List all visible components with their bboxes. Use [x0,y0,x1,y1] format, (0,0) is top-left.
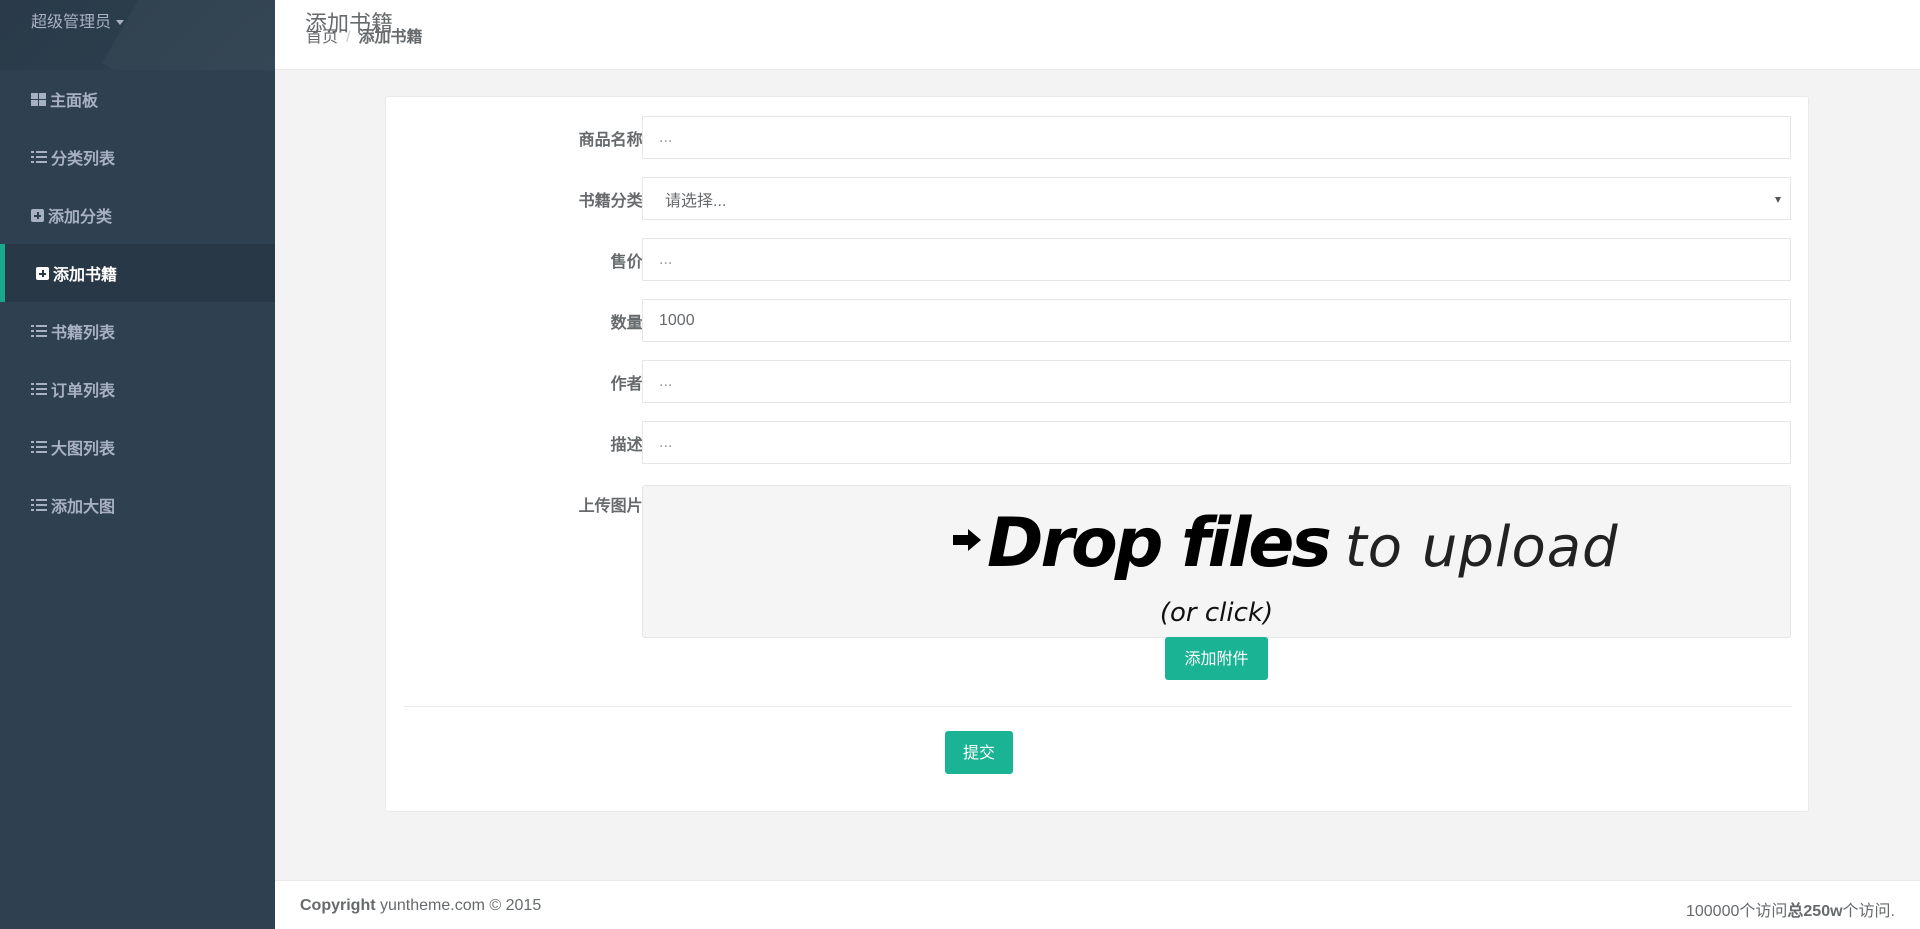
select-arrow-icon [1775,197,1781,203]
sidebar-item-add-category[interactable]: 添加分类 [0,186,275,244]
sidebar: 超级管理员 主面板 分类列表 添加分类 添加书籍 书籍列表 订单列表 大图列表 … [0,0,275,929]
user-menu[interactable]: 超级管理员 [31,8,125,32]
sidebar-item-label: 书籍列表 [51,325,116,342]
sidebar-item-label: 分类列表 [51,151,116,168]
arrow-right-icon [953,528,981,551]
dropzone-subtitle: (or click) [1159,598,1274,628]
form-row-author: 作者: [386,360,1808,403]
quantity-input[interactable] [642,299,1791,342]
upload-dropzone[interactable]: Drop files to upload (or click) [642,485,1791,638]
sidebar-header: 超级管理员 [0,0,275,70]
breadcrumb: 首页 / 添加书籍 [306,23,422,47]
visits-total: 总250w [1787,903,1843,920]
footer-copyright: Copyright yuntheme.com © 2015 [300,897,541,915]
sidebar-item-add-book[interactable]: 添加书籍 [0,244,275,302]
breadcrumb-home-link[interactable]: 首页 [306,29,338,46]
form-row-description: 描述: [386,421,1808,464]
form-row-price: 售价: [386,238,1808,281]
category-selected-value: 请选择... [665,192,727,210]
add-book-form-panel: 商品名称: 书籍分类: 请选择... 售价: 数量: 作者: 描述: 上传图片:… [385,96,1809,812]
form-row-quantity: 数量: [386,299,1808,342]
form-row-category: 书籍分类: 请选择... [386,177,1808,220]
sidebar-item-order-list[interactable]: 订单列表 [0,360,275,418]
category-select[interactable]: 请选择... [642,177,1791,220]
category-label: 书籍分类: [578,193,648,210]
add-attachment-button[interactable]: 添加附件 [1165,637,1268,680]
list-icon [31,383,47,395]
sidebar-item-add-banner[interactable]: 添加大图 [0,476,275,534]
price-input[interactable] [642,238,1791,281]
sidebar-item-category-list[interactable]: 分类列表 [0,128,275,186]
sidebar-item-banner-list[interactable]: 大图列表 [0,418,275,476]
sidebar-item-label: 大图列表 [51,441,116,458]
list-icon [31,325,47,337]
submit-button[interactable]: 提交 [945,731,1013,774]
copyright-text: yuntheme.com © 2015 [380,897,542,914]
dropzone-title-light: to upload [1344,515,1619,580]
sidebar-item-label: 添加大图 [51,499,116,516]
plus-square-icon [36,266,49,280]
footer: Copyright yuntheme.com © 2015 100000个访问总… [275,880,1920,929]
page-header: 添加书籍 首页 / 添加书籍 [275,0,1920,70]
author-input[interactable] [642,360,1791,403]
list-icon [31,499,47,511]
description-input[interactable] [642,421,1791,464]
visits-suffix: 个访问. [1842,903,1895,920]
upload-label: 上传图片: [578,498,648,515]
sidebar-item-label: 主面板 [50,93,99,110]
user-name: 超级管理员 [31,14,112,31]
list-icon [31,441,47,453]
sidebar-item-label: 添加书籍 [53,267,118,284]
th-large-icon [31,92,46,106]
caret-down-icon [116,20,125,26]
sidebar-item-label: 添加分类 [48,209,113,226]
breadcrumb-separator: / [346,29,351,46]
copyright-label: Copyright [300,897,376,914]
footer-visits: 100000个访问总250w个访问. [1686,897,1895,921]
list-icon [31,151,47,163]
dropzone-title-bold: Drop files [987,504,1332,583]
form-divider [404,706,1792,707]
sidebar-nav: 主面板 分类列表 添加分类 添加书籍 书籍列表 订单列表 大图列表 添加大图 [0,70,275,534]
name-label: 商品名称: [578,132,648,149]
form-row-name: 商品名称: [386,116,1808,159]
visits-prefix: 100000个访问 [1685,903,1788,920]
dropzone-message: Drop files to upload [953,504,1619,583]
breadcrumb-current: 添加书籍 [358,29,423,46]
sidebar-item-label: 订单列表 [51,383,116,400]
plus-square-icon [31,208,44,222]
sidebar-item-book-list[interactable]: 书籍列表 [0,302,275,360]
name-input[interactable] [642,116,1791,159]
sidebar-item-dashboard[interactable]: 主面板 [0,70,275,128]
